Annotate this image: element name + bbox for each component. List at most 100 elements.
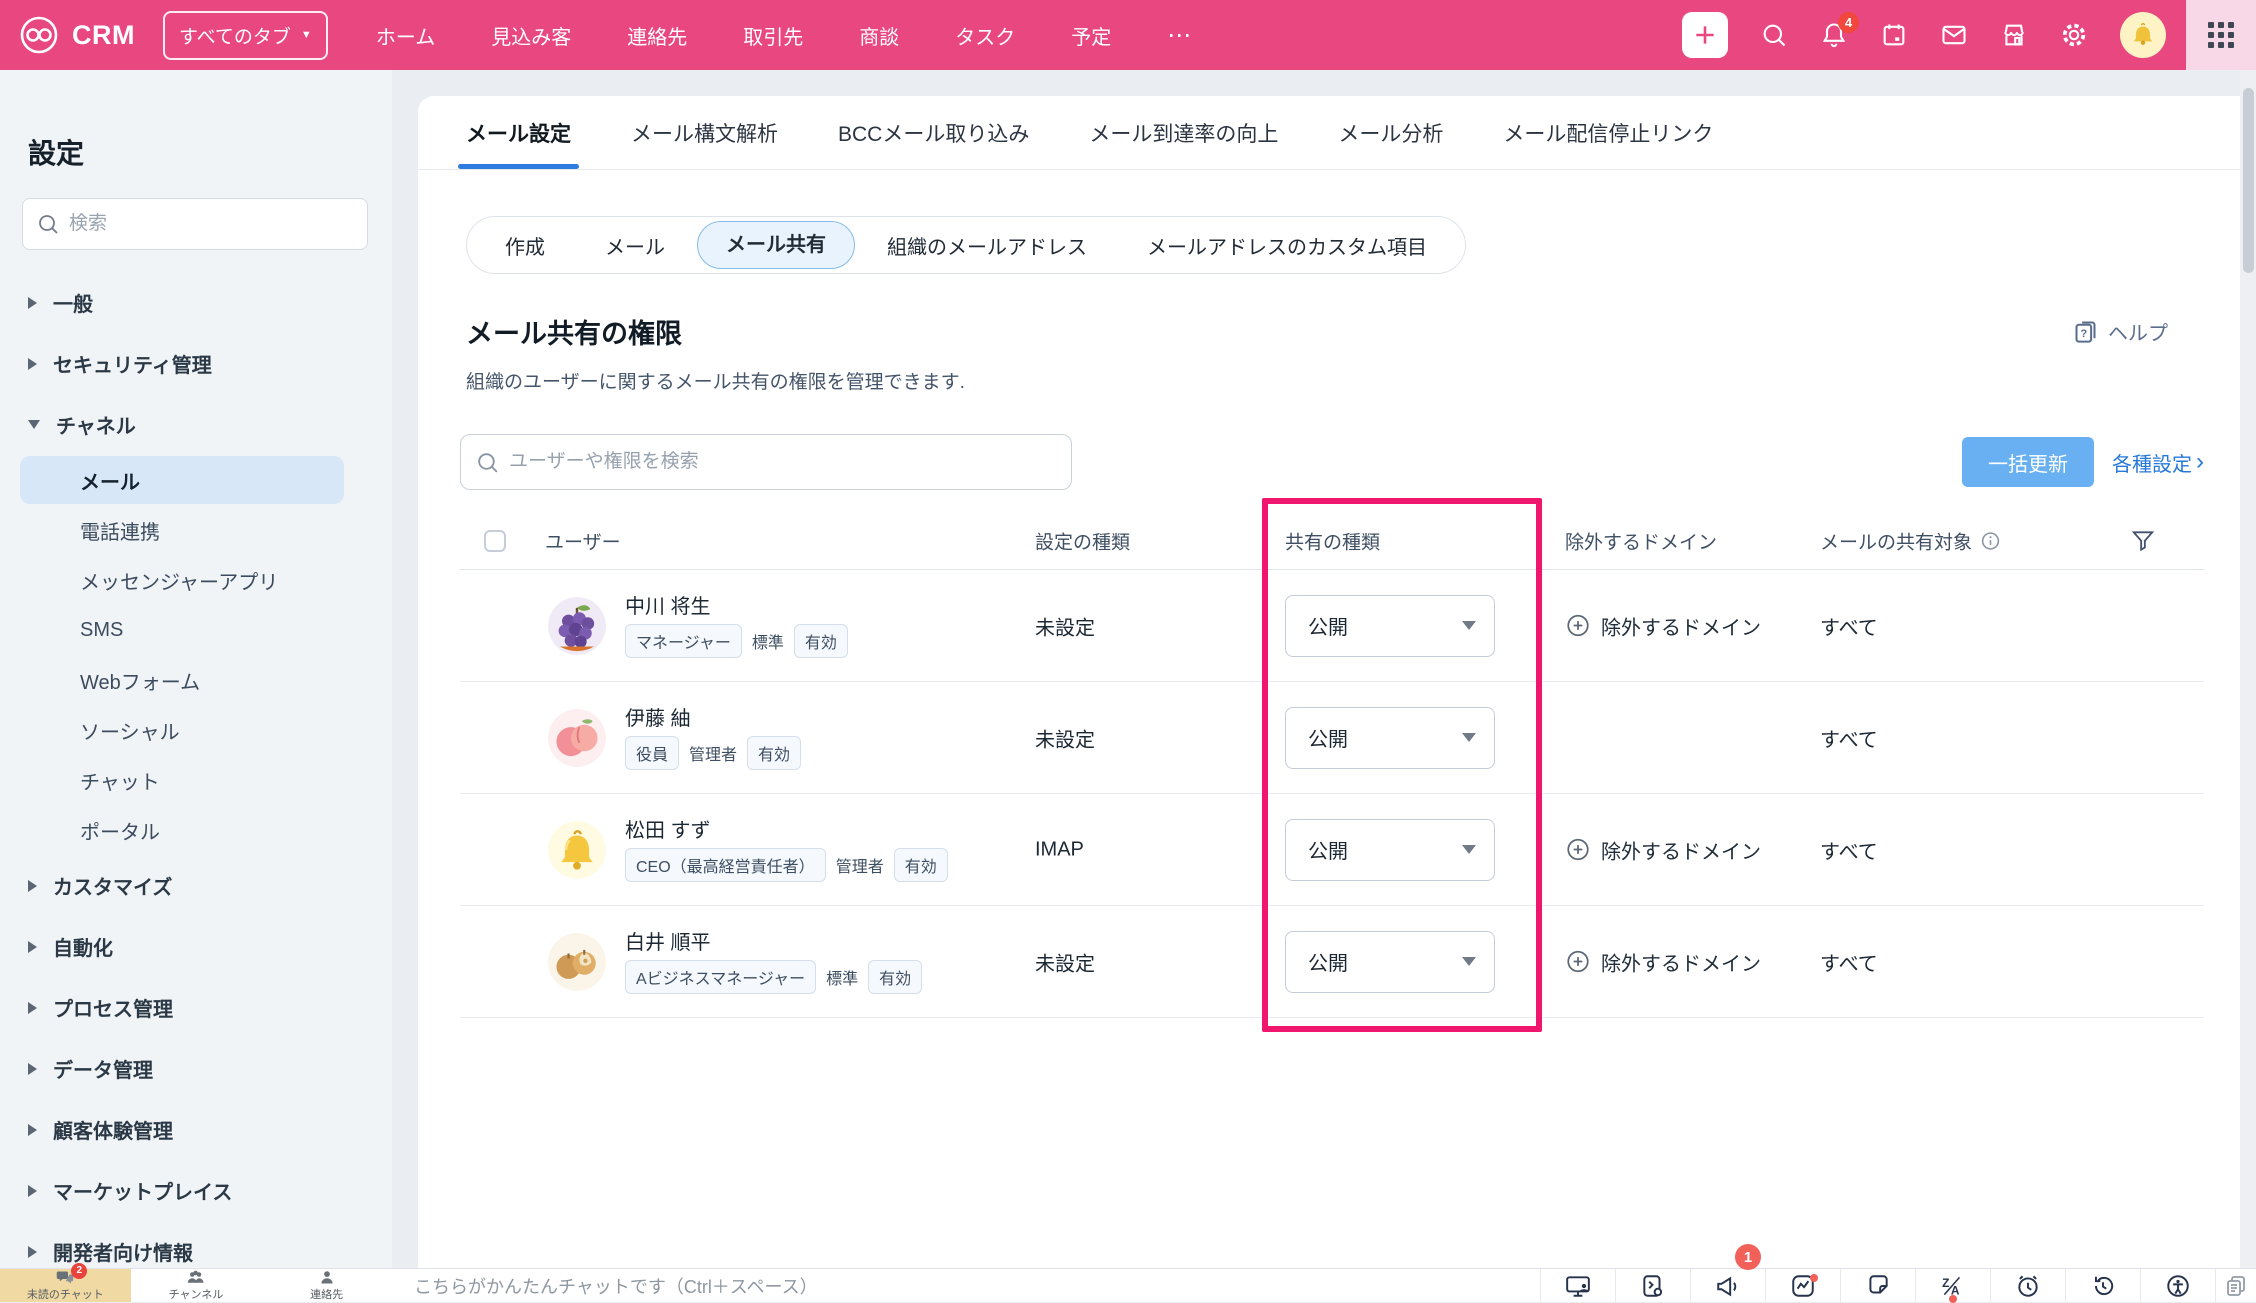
chevron-down-icon (1462, 845, 1476, 854)
signals-alert-dot (1810, 1274, 1818, 1282)
signals-icon[interactable] (1765, 1269, 1840, 1302)
chevron-down-icon (1462, 733, 1476, 742)
exclude-domain-link[interactable]: 除外するドメイン (1565, 611, 1761, 640)
sidebar-item-sms[interactable]: SMS (0, 605, 392, 655)
nav-item-tasks[interactable]: タスク (955, 21, 1015, 50)
setting-type-value: 未設定 (1035, 947, 1095, 976)
copy-clipboard-icon[interactable] (2215, 1269, 2256, 1302)
select-all-checkbox[interactable] (484, 530, 506, 552)
tab-unsubscribe-link[interactable]: メール配信停止リンク (1503, 96, 1713, 169)
user-name[interactable]: 伊藤 紬 (625, 702, 691, 731)
subtab-email-sharing[interactable]: メール共有 (697, 221, 855, 269)
chevron-right-icon (28, 1185, 37, 1197)
tab-deliverability[interactable]: メール到達率の向上 (1089, 96, 1278, 169)
user-name[interactable]: 松田 すず (625, 814, 711, 843)
nav-item-deals[interactable]: 商談 (859, 21, 899, 50)
share-type-select[interactable]: 公開 (1285, 931, 1495, 993)
unread-chat-badge: 2 (71, 1263, 87, 1279)
share-type-select[interactable]: 公開 (1285, 595, 1495, 657)
sidebar-item-cx-management[interactable]: 顧客体験管理 (0, 1099, 392, 1160)
filter-funnel-icon[interactable] (2130, 528, 2156, 554)
subtab-email[interactable]: メール (575, 231, 695, 260)
profile-tag: 管理者 (689, 741, 737, 765)
sidebar-item-data-administration[interactable]: データ管理 (0, 1038, 392, 1099)
bulk-update-button[interactable]: 一括更新 (1962, 437, 2094, 487)
exclude-domain-link[interactable]: 除外するドメイン (1565, 947, 1761, 976)
sidebar-item-channels[interactable]: チャネル (0, 394, 392, 455)
sidebar-item-security[interactable]: セキュリティ管理 (0, 333, 392, 394)
sidebar-item-developer-space[interactable]: 開発者向け情報 (0, 1221, 392, 1268)
circle-plus-icon (1565, 837, 1591, 863)
search-icon (475, 450, 500, 475)
user-name[interactable]: 中川 将生 (625, 590, 711, 619)
share-type-select[interactable]: 公開 (1285, 819, 1495, 881)
tab-bcc-dropbox[interactable]: BCCメール取り込み (838, 96, 1029, 169)
chevron-right-icon (28, 358, 37, 370)
mail-icon[interactable] (1940, 21, 1968, 49)
page-scrollbar-thumb[interactable] (2243, 88, 2254, 273)
tab-email-parser[interactable]: メール構文解析 (631, 96, 778, 169)
sidebar-item-social[interactable]: ソーシャル (0, 705, 392, 755)
app-launcher-grid-icon[interactable] (2186, 0, 2256, 70)
nav-item-accounts[interactable]: 取引先 (743, 21, 803, 50)
tab-email-settings[interactable]: メール設定 (466, 96, 571, 169)
nav-item-events[interactable]: 予定 (1071, 21, 1111, 50)
megaphone-icon[interactable] (1690, 1269, 1765, 1302)
search-icon[interactable] (1760, 21, 1788, 49)
sidebar-item-automation[interactable]: 自動化 (0, 916, 392, 977)
col-share-target: メールの共有対象 (1820, 527, 1972, 554)
settings-gear-icon[interactable] (2060, 21, 2088, 49)
permission-search-input[interactable] (460, 434, 1072, 490)
sidebar-item-email[interactable]: メール (0, 455, 392, 505)
subtab-custom-email-fields[interactable]: メールアドレスのカスタム項目 (1117, 231, 1457, 260)
marketplace-store-icon[interactable] (2000, 21, 2028, 49)
nav-item-home[interactable]: ホーム (376, 21, 435, 50)
sidebar-item-telephony[interactable]: 電話連携 (0, 505, 392, 555)
chat-tab-channels[interactable]: チャンネル (131, 1269, 262, 1302)
col-share-type: 共有の種類 (1285, 527, 1380, 554)
exclude-domain-link[interactable]: 除外するドメイン (1565, 835, 1761, 864)
sidebar-item-customization[interactable]: カスタマイズ (0, 855, 392, 916)
sidebar-item-messenger-apps[interactable]: メッセンジャーアプリ (0, 555, 392, 605)
sidebar-item-webforms[interactable]: Webフォーム (0, 655, 392, 705)
nav-more-icon[interactable]: ⋯ (1167, 21, 1193, 50)
translate-icon[interactable]: ZA (1915, 1269, 1990, 1302)
sidebar-item-marketplace[interactable]: マーケットプレイス (0, 1160, 392, 1221)
subtab-compose[interactable]: 作成 (475, 231, 575, 260)
sidebar-item-general[interactable]: 一般 (0, 272, 392, 333)
share-type-select[interactable]: 公開 (1285, 707, 1495, 769)
history-icon[interactable] (2065, 1269, 2140, 1302)
help-link[interactable]: ? ヘルプ (2072, 317, 2168, 346)
calendar-icon[interactable] (1880, 21, 1908, 49)
chat-hint-text[interactable]: こちらがかんたんチャットです（Ctrl＋スペース） (414, 1273, 818, 1299)
user-name[interactable]: 白井 順平 (625, 926, 711, 955)
page-scrollbar[interactable] (2240, 70, 2256, 1268)
tab-email-analytics[interactable]: メール分析 (1338, 96, 1443, 169)
info-icon[interactable] (1980, 530, 2001, 551)
user-avatar[interactable] (2120, 12, 2166, 58)
profile-tag: 標準 (752, 629, 784, 653)
search-icon (36, 212, 60, 236)
quick-create-button[interactable] (1682, 12, 1728, 58)
tab-selector-dropdown[interactable]: すべてのタブ ▼ (163, 11, 328, 60)
notifications-bell-icon[interactable]: 4 (1820, 21, 1848, 49)
guided-setup-icon[interactable] (1615, 1269, 1690, 1302)
chevron-down-icon (28, 420, 40, 429)
misc-settings-link[interactable]: 各種設定 › (2112, 448, 2204, 477)
share-target-value: すべて (1820, 611, 1878, 640)
nav-item-contacts[interactable]: 連絡先 (627, 21, 687, 50)
subtab-org-emails[interactable]: 組織のメールアドレス (857, 231, 1117, 260)
chevron-down-icon (1462, 957, 1476, 966)
accessibility-icon[interactable] (2140, 1269, 2215, 1302)
sidebar-search-input[interactable] (22, 198, 368, 250)
sidebar-item-chat[interactable]: チャット (0, 755, 392, 805)
svg-text:Z: Z (1942, 1276, 1949, 1290)
chat-tab-contacts[interactable]: 連絡先 (261, 1269, 392, 1302)
chat-tab-unread[interactable]: 2 未読のチャット (0, 1269, 131, 1302)
screen-share-icon[interactable] (1540, 1269, 1615, 1302)
sticky-notes-icon[interactable] (1840, 1269, 1915, 1302)
sidebar-item-portal[interactable]: ポータル (0, 805, 392, 855)
nav-item-leads[interactable]: 見込み客 (491, 21, 571, 50)
sidebar-item-process-management[interactable]: プロセス管理 (0, 977, 392, 1038)
alarm-clock-icon[interactable] (1990, 1269, 2065, 1302)
